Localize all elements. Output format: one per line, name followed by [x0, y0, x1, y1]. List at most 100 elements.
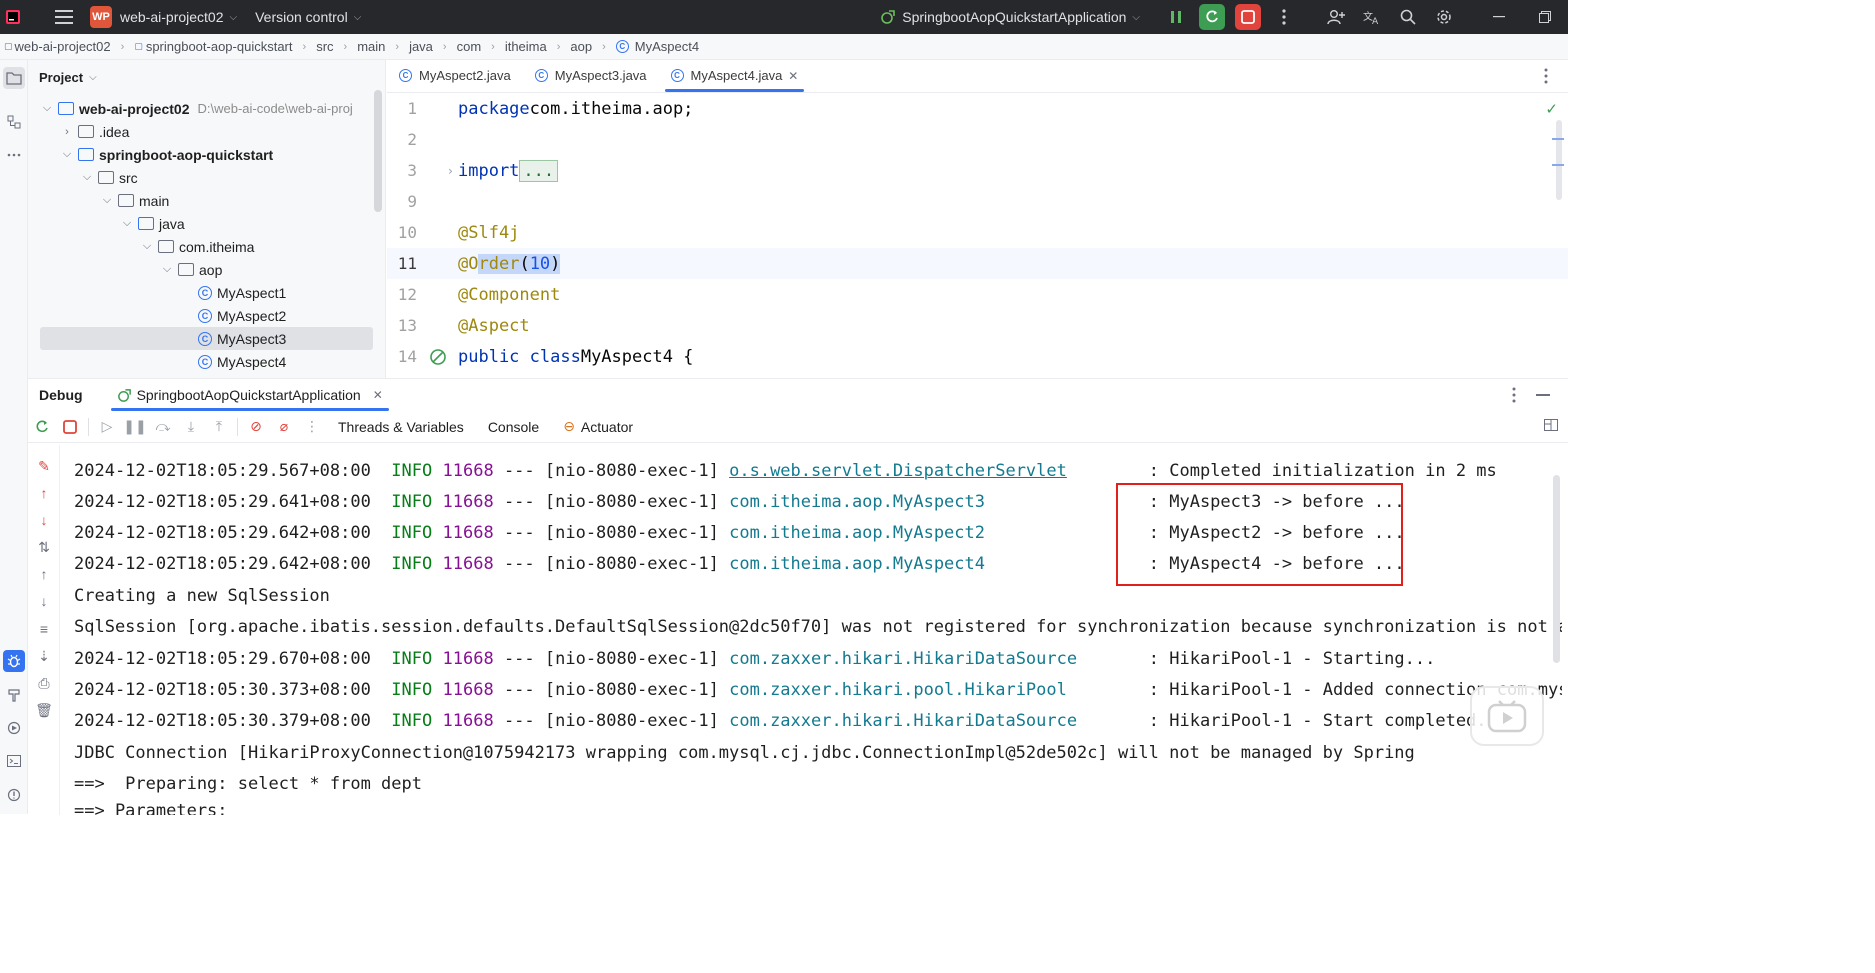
breadcrumb-item-com[interactable]: com — [457, 39, 482, 54]
main-menu-icon[interactable] — [46, 0, 82, 34]
close-icon[interactable]: ✕ — [373, 388, 383, 402]
terminal-tool-icon[interactable] — [3, 750, 25, 772]
app-logo-icon[interactable] — [0, 0, 26, 34]
code-line[interactable]: 9 — [387, 186, 1568, 217]
gear-icon[interactable] — [1426, 0, 1462, 34]
editor-scrollbar[interactable] — [1556, 120, 1562, 200]
resume-icon[interactable]: ▷ — [93, 418, 121, 435]
mute-breakpoints-icon[interactable]: ⌀ — [270, 418, 298, 435]
breadcrumb-item-aop[interactable]: aop — [570, 39, 592, 54]
code-line[interactable]: 14 public class MyAspect4 { — [387, 341, 1568, 372]
minimize-icon[interactable] — [1476, 0, 1522, 34]
rerun-debug-icon[interactable] — [28, 419, 56, 435]
tab-actuator[interactable]: ⊖ Actuator — [563, 418, 633, 435]
tree-item-module[interactable]: ⌵ springboot-aop-quickstart — [59, 143, 273, 166]
vcs-menu[interactable]: Version control ⌵ — [255, 0, 361, 34]
code-line[interactable]: 12 @Component — [387, 279, 1568, 310]
minimize-panel-icon[interactable] — [1536, 394, 1550, 396]
debug-tool-icon[interactable] — [3, 650, 25, 672]
tree-item-package-aop[interactable]: ⌵ aop — [159, 258, 223, 281]
code-line[interactable]: 2 — [387, 124, 1568, 155]
up-icon[interactable]: ↑ — [33, 563, 55, 585]
tree-item-myaspect1[interactable]: C MyAspect1 — [195, 281, 286, 304]
log-logger[interactable]: com.itheima.aop.MyAspect4 — [729, 554, 985, 574]
search-icon[interactable] — [1390, 0, 1426, 34]
tab-threads-variables[interactable]: Threads & Variables — [338, 419, 464, 435]
close-icon[interactable]: ✕ — [788, 69, 798, 83]
tree-item-java[interactable]: ⌵ java — [119, 212, 185, 235]
arrow-up-icon[interactable]: ↑ — [33, 482, 55, 504]
more-tools-icon[interactable] — [3, 144, 25, 166]
breadcrumb-item-module[interactable]: ▢ springboot-aop-quickstart — [134, 39, 292, 54]
log-logger[interactable]: com.itheima.aop.MyAspect2 — [729, 523, 985, 543]
log-logger[interactable]: com.zaxxer.hikari.HikariDataSource — [729, 649, 1077, 669]
trash-icon[interactable]: 🗑 — [33, 699, 55, 721]
tree-item-main[interactable]: ⌵ main — [99, 189, 170, 212]
step-over-icon[interactable]: ⤼ — [149, 418, 177, 435]
editor-more-icon[interactable] — [1544, 68, 1548, 87]
log-logger[interactable]: com.itheima.aop.MyAspect3 — [729, 492, 985, 512]
bean-gutter-icon[interactable] — [417, 348, 458, 366]
pause-icon[interactable] — [1158, 0, 1194, 34]
tab-myaspect4[interactable]: C MyAspect4.java ✕ — [661, 59, 809, 92]
tab-myaspect3[interactable]: C MyAspect3.java — [525, 59, 657, 92]
check-icon[interactable]: ✓ — [1545, 100, 1558, 118]
tab-console[interactable]: Console — [488, 419, 539, 435]
step-into-icon[interactable]: ⤓ — [177, 418, 205, 435]
code-line-current[interactable]: 11 @O rder(10) — [387, 248, 1568, 279]
project-scrollbar[interactable] — [374, 90, 382, 212]
log-logger[interactable]: o.s.web.servlet.DispatcherServlet — [729, 461, 1067, 481]
services-tool-icon[interactable] — [3, 717, 25, 739]
down-icon[interactable]: ↓ — [33, 590, 55, 612]
arrow-down-icon[interactable]: ↓ — [33, 509, 55, 531]
rerun-button[interactable] — [1194, 0, 1230, 34]
step-out-icon[interactable]: ⤒ — [205, 418, 233, 435]
breadcrumb-item-itheima[interactable]: itheima — [505, 39, 547, 54]
code-line[interactable]: 10 @Slf4j — [387, 217, 1568, 248]
layout-icon[interactable] — [1544, 419, 1558, 434]
debug-session-tab[interactable]: SpringbootAopQuickstartApplication ✕ — [110, 379, 389, 411]
console-scrollbar[interactable] — [1553, 475, 1560, 663]
view-breakpoints-icon[interactable]: ⊘ — [242, 418, 270, 435]
scroll-to-end-icon[interactable]: ⇣ — [33, 645, 55, 667]
structure-tool-icon[interactable] — [3, 111, 25, 133]
project-panel-header[interactable]: Project ⌵ — [28, 60, 385, 94]
problems-tool-icon[interactable] — [3, 784, 25, 806]
project-tool-icon[interactable] — [3, 67, 25, 89]
more-actions-icon[interactable] — [1266, 0, 1302, 34]
tree-item-myaspect4[interactable]: C MyAspect4 — [195, 350, 286, 373]
breadcrumb-item-class[interactable]: C MyAspect4 — [615, 39, 699, 54]
clear-pen-icon[interactable]: ✎ — [33, 455, 55, 477]
tree-item-project-root[interactable]: ⌵ web-ai-project02 D:\web-ai-code\web-ai… — [39, 97, 353, 120]
print-icon[interactable]: ⎙ — [33, 672, 55, 694]
pause-icon[interactable]: ❚❚ — [121, 418, 149, 435]
tree-item-myaspect3[interactable]: C MyAspect3 — [40, 327, 373, 350]
more-actions-icon[interactable]: ⋮ — [298, 418, 326, 435]
fold-chevron-icon[interactable]: › — [417, 164, 458, 178]
folded-imports[interactable]: ... — [519, 159, 559, 182]
soft-wrap-icon[interactable]: ≡ — [33, 618, 55, 640]
add-user-icon[interactable] — [1318, 0, 1354, 34]
debug-more-icon[interactable] — [1512, 387, 1516, 406]
breadcrumb-item-project[interactable]: ▢ web-ai-project02 — [4, 39, 111, 54]
breadcrumb-item-java[interactable]: java — [409, 39, 433, 54]
stop-icon[interactable] — [56, 419, 84, 434]
restore-icon[interactable] — [1522, 0, 1568, 34]
tab-myaspect2[interactable]: C MyAspect2.java — [389, 59, 521, 92]
play-overlay-icon[interactable] — [1470, 686, 1544, 746]
run-config-selector[interactable]: SpringbootAopQuickstartApplication ⌵ — [880, 0, 1140, 34]
breadcrumb-item-src[interactable]: src — [316, 39, 333, 54]
tree-item-idea[interactable]: › .idea — [59, 120, 129, 143]
log-logger[interactable]: com.zaxxer.hikari.HikariDataSource — [729, 711, 1077, 731]
build-tool-icon[interactable] — [3, 684, 25, 706]
tree-item-myaspect2[interactable]: C MyAspect2 — [195, 304, 286, 327]
breadcrumb-item-main[interactable]: main — [357, 39, 385, 54]
translate-icon[interactable]: 文A — [1354, 0, 1390, 34]
project-switcher[interactable]: WP web-ai-project02 ⌵ — [90, 0, 237, 34]
code-line[interactable]: 3 › import ... — [387, 155, 1568, 186]
code-line[interactable]: 13 @Aspect — [387, 310, 1568, 341]
code-line[interactable]: 1 package com.itheima.aop; — [387, 93, 1568, 124]
tree-item-src[interactable]: ⌵ src — [79, 166, 138, 189]
sort-icon[interactable]: ⇅ — [33, 536, 55, 558]
log-logger[interactable]: com.zaxxer.hikari.pool.HikariPool — [729, 680, 1067, 700]
